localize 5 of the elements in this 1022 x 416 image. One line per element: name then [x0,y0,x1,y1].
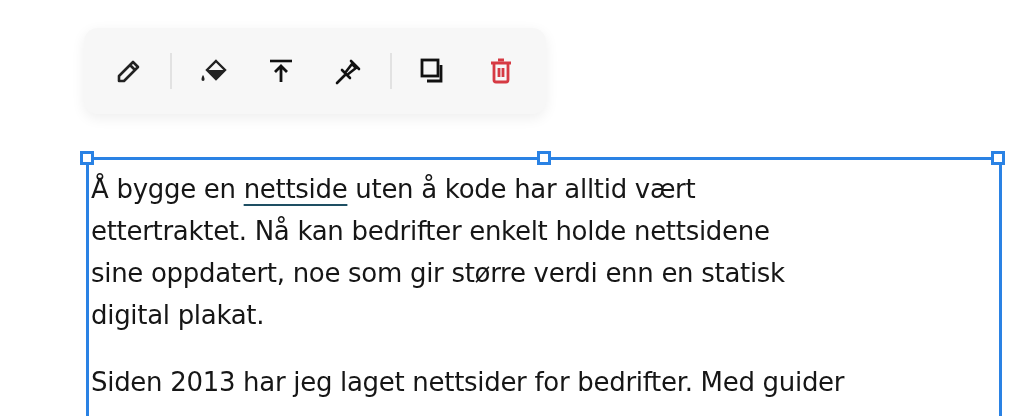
resize-handle[interactable] [991,151,1005,165]
paragraph: Å bygge en nettside uten å kode har alltid vært ettertraktet. Nå kan bedrifter enkelt holde nettsidene sine oppdatert, noe som gir større verdi enn en statisk digital plakat. [91,172,786,332]
resize-handle[interactable] [80,151,94,165]
resize-handle[interactable] [537,151,551,165]
paragraph: Siden 2013 har jeg laget nettsider for bedrifter. Med guider [91,366,846,399]
